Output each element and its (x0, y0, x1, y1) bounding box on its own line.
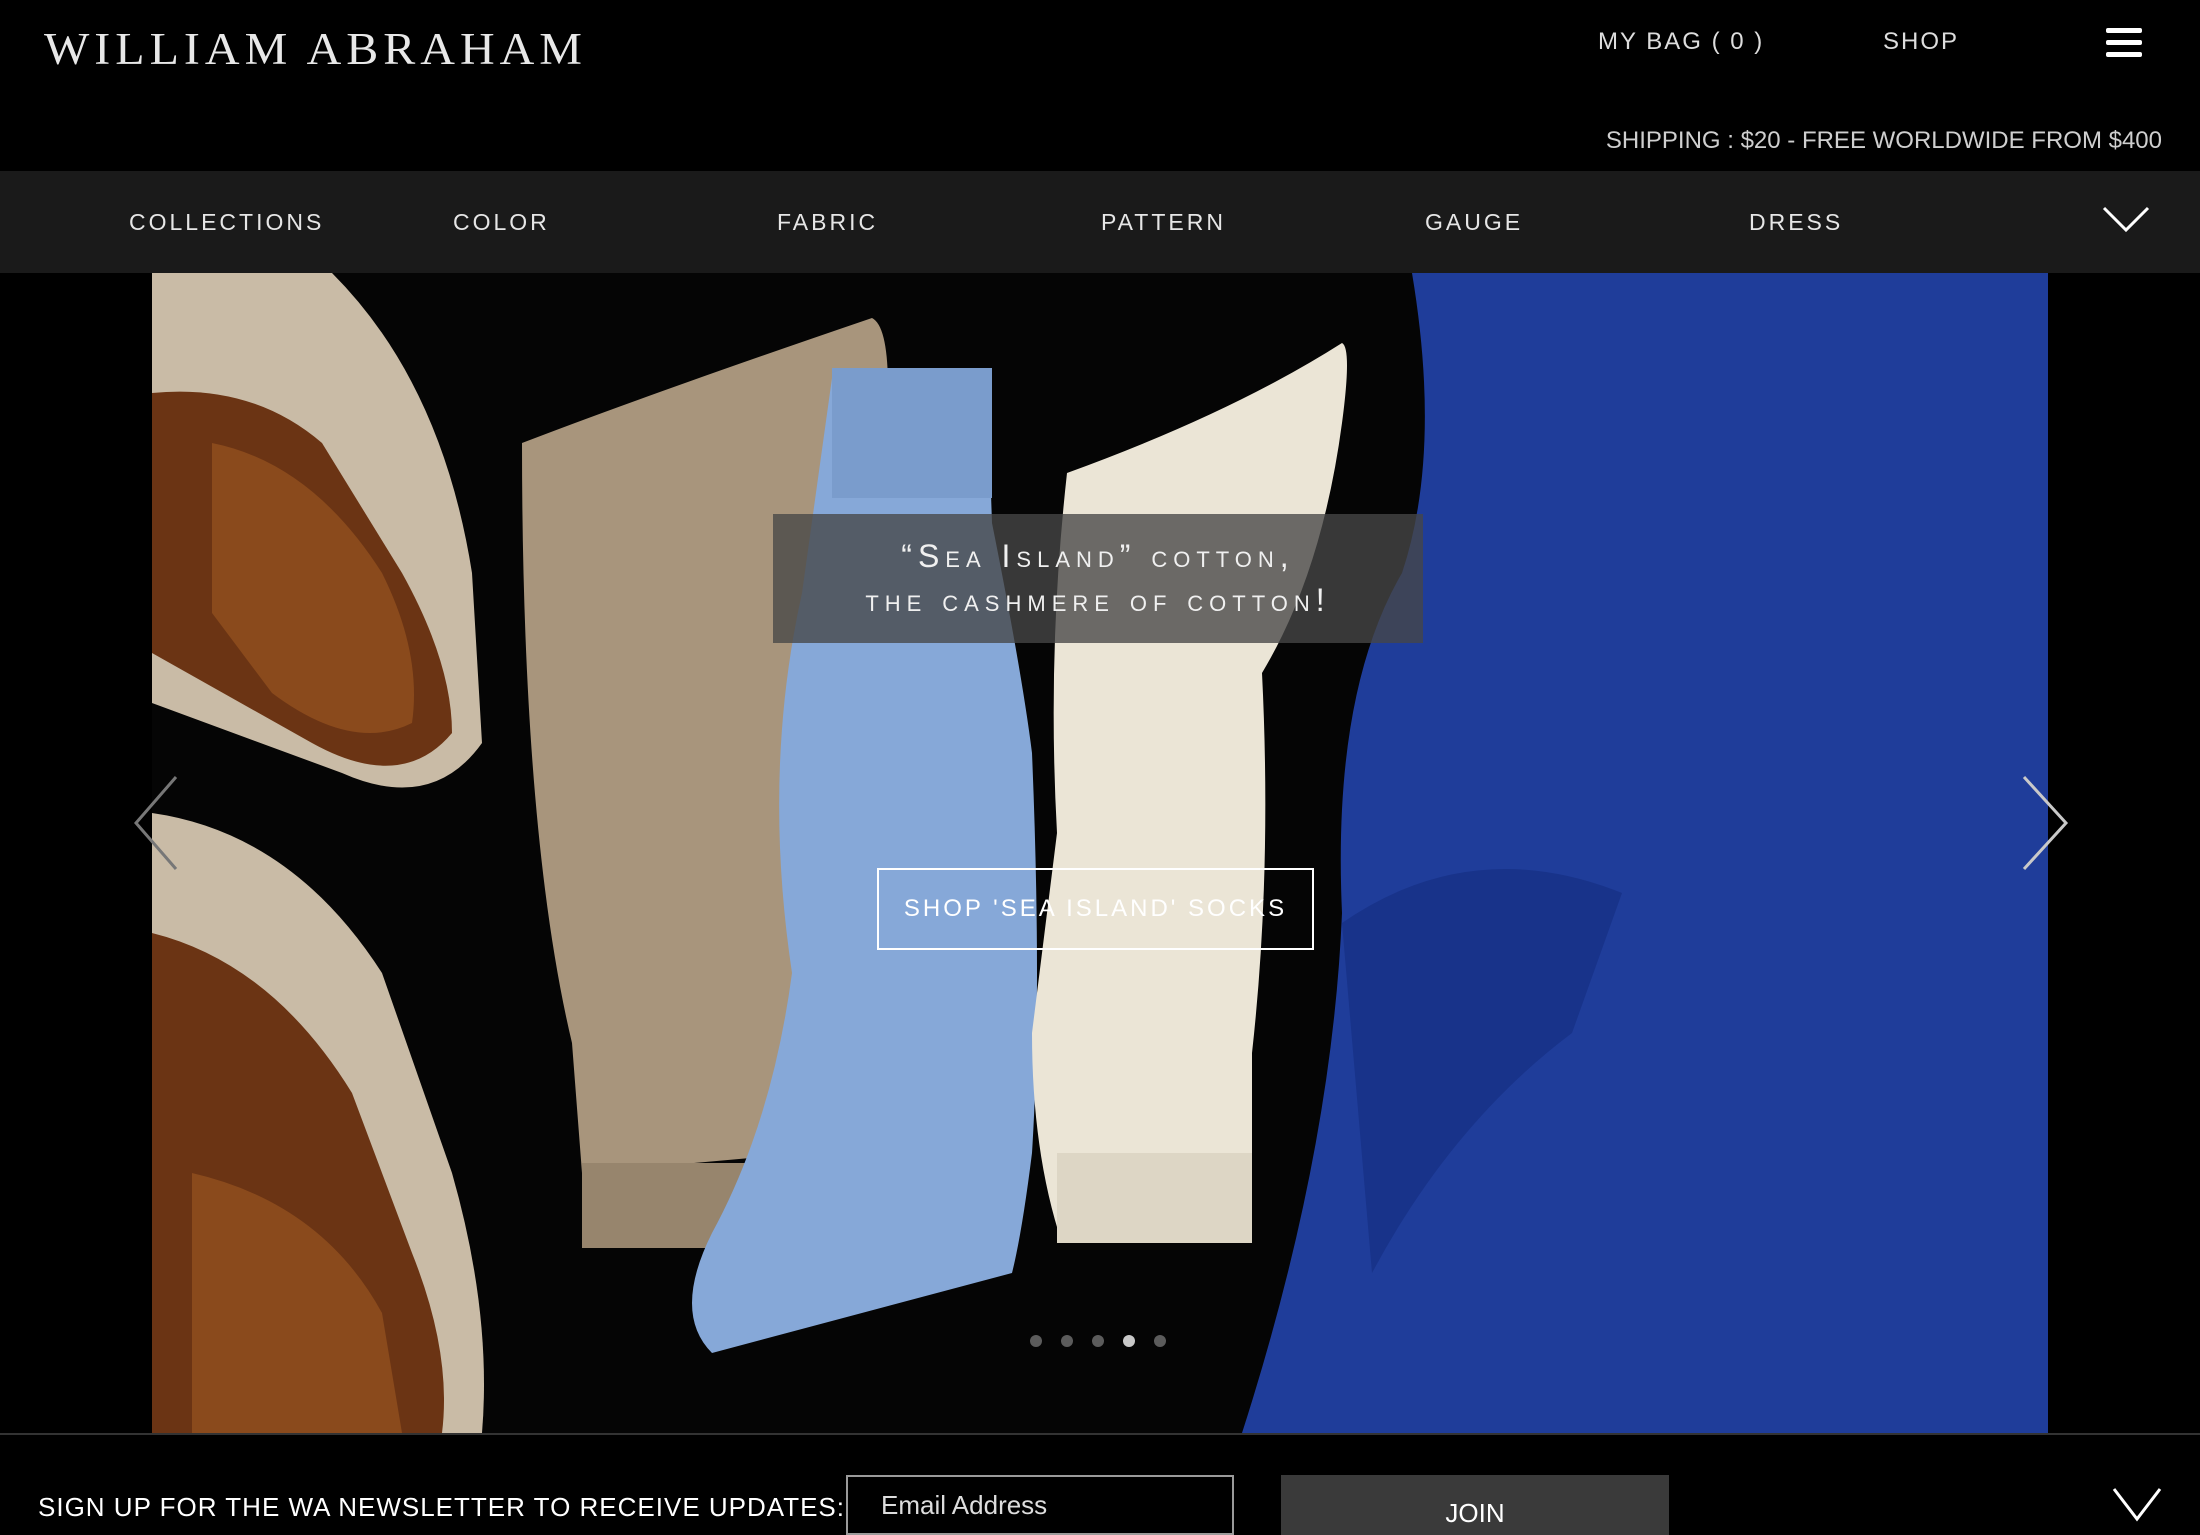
shop-link[interactable]: SHOP (1883, 28, 1959, 56)
email-field[interactable] (846, 1475, 1234, 1535)
carousel-dot[interactable] (1092, 1335, 1104, 1347)
nav-item-collections[interactable]: COLLECTIONS (129, 209, 324, 236)
carousel-dot[interactable] (1030, 1335, 1042, 1347)
nav-item-gauge[interactable]: GAUGE (1425, 209, 1523, 236)
chevron-right-icon[interactable] (2014, 773, 2074, 873)
carousel-dots (1030, 1335, 1166, 1347)
shipping-notice: SHIPPING : $20 - FREE WORLDWIDE FROM $40… (1605, 127, 2162, 154)
site-header: WILLIAM ABRAHAM MY BAG ( 0 ) SHOP SHIPPI… (0, 0, 2200, 171)
newsletter-label: SIGN UP FOR THE WA NEWSLETTER TO RECEIVE… (38, 1492, 845, 1522)
nav-item-fabric[interactable]: FABRIC (777, 209, 878, 236)
tagline-line-2: the cashmere of cotton! (865, 582, 1331, 618)
chevron-left-icon[interactable] (128, 773, 188, 873)
nav-item-dress[interactable]: DRESS (1749, 209, 1843, 236)
hero-tagline: “Sea Island” cotton, the cashmere of cot… (773, 514, 1423, 643)
carousel-dot[interactable] (1154, 1335, 1166, 1347)
category-nav: COLLECTIONS COLOR FABRIC PATTERN GAUGE D… (0, 171, 2200, 273)
shop-sea-island-socks-button[interactable]: SHOP 'SEA ISLAND' SOCKS (877, 868, 1314, 950)
hamburger-icon[interactable] (2106, 28, 2142, 58)
newsletter-bar: SIGN UP FOR THE WA NEWSLETTER TO RECEIVE… (0, 1433, 2200, 1535)
chevron-down-icon[interactable] (2112, 1487, 2162, 1527)
hero-carousel: “Sea Island” cotton, the cashmere of cot… (0, 273, 2200, 1433)
carousel-dot[interactable] (1061, 1335, 1073, 1347)
tagline-line-1: “Sea Island” cotton, (901, 538, 1295, 574)
carousel-dot-active[interactable] (1123, 1335, 1135, 1347)
my-bag-link[interactable]: MY BAG ( 0 ) (1598, 28, 1764, 56)
nav-item-color[interactable]: COLOR (453, 209, 550, 236)
join-button[interactable]: JOIN (1281, 1475, 1669, 1535)
brand-logo[interactable]: WILLIAM ABRAHAM (44, 23, 587, 75)
hero-image (152, 273, 2048, 1433)
chevron-down-icon[interactable] (2102, 204, 2150, 234)
nav-item-pattern[interactable]: PATTERN (1101, 209, 1226, 236)
